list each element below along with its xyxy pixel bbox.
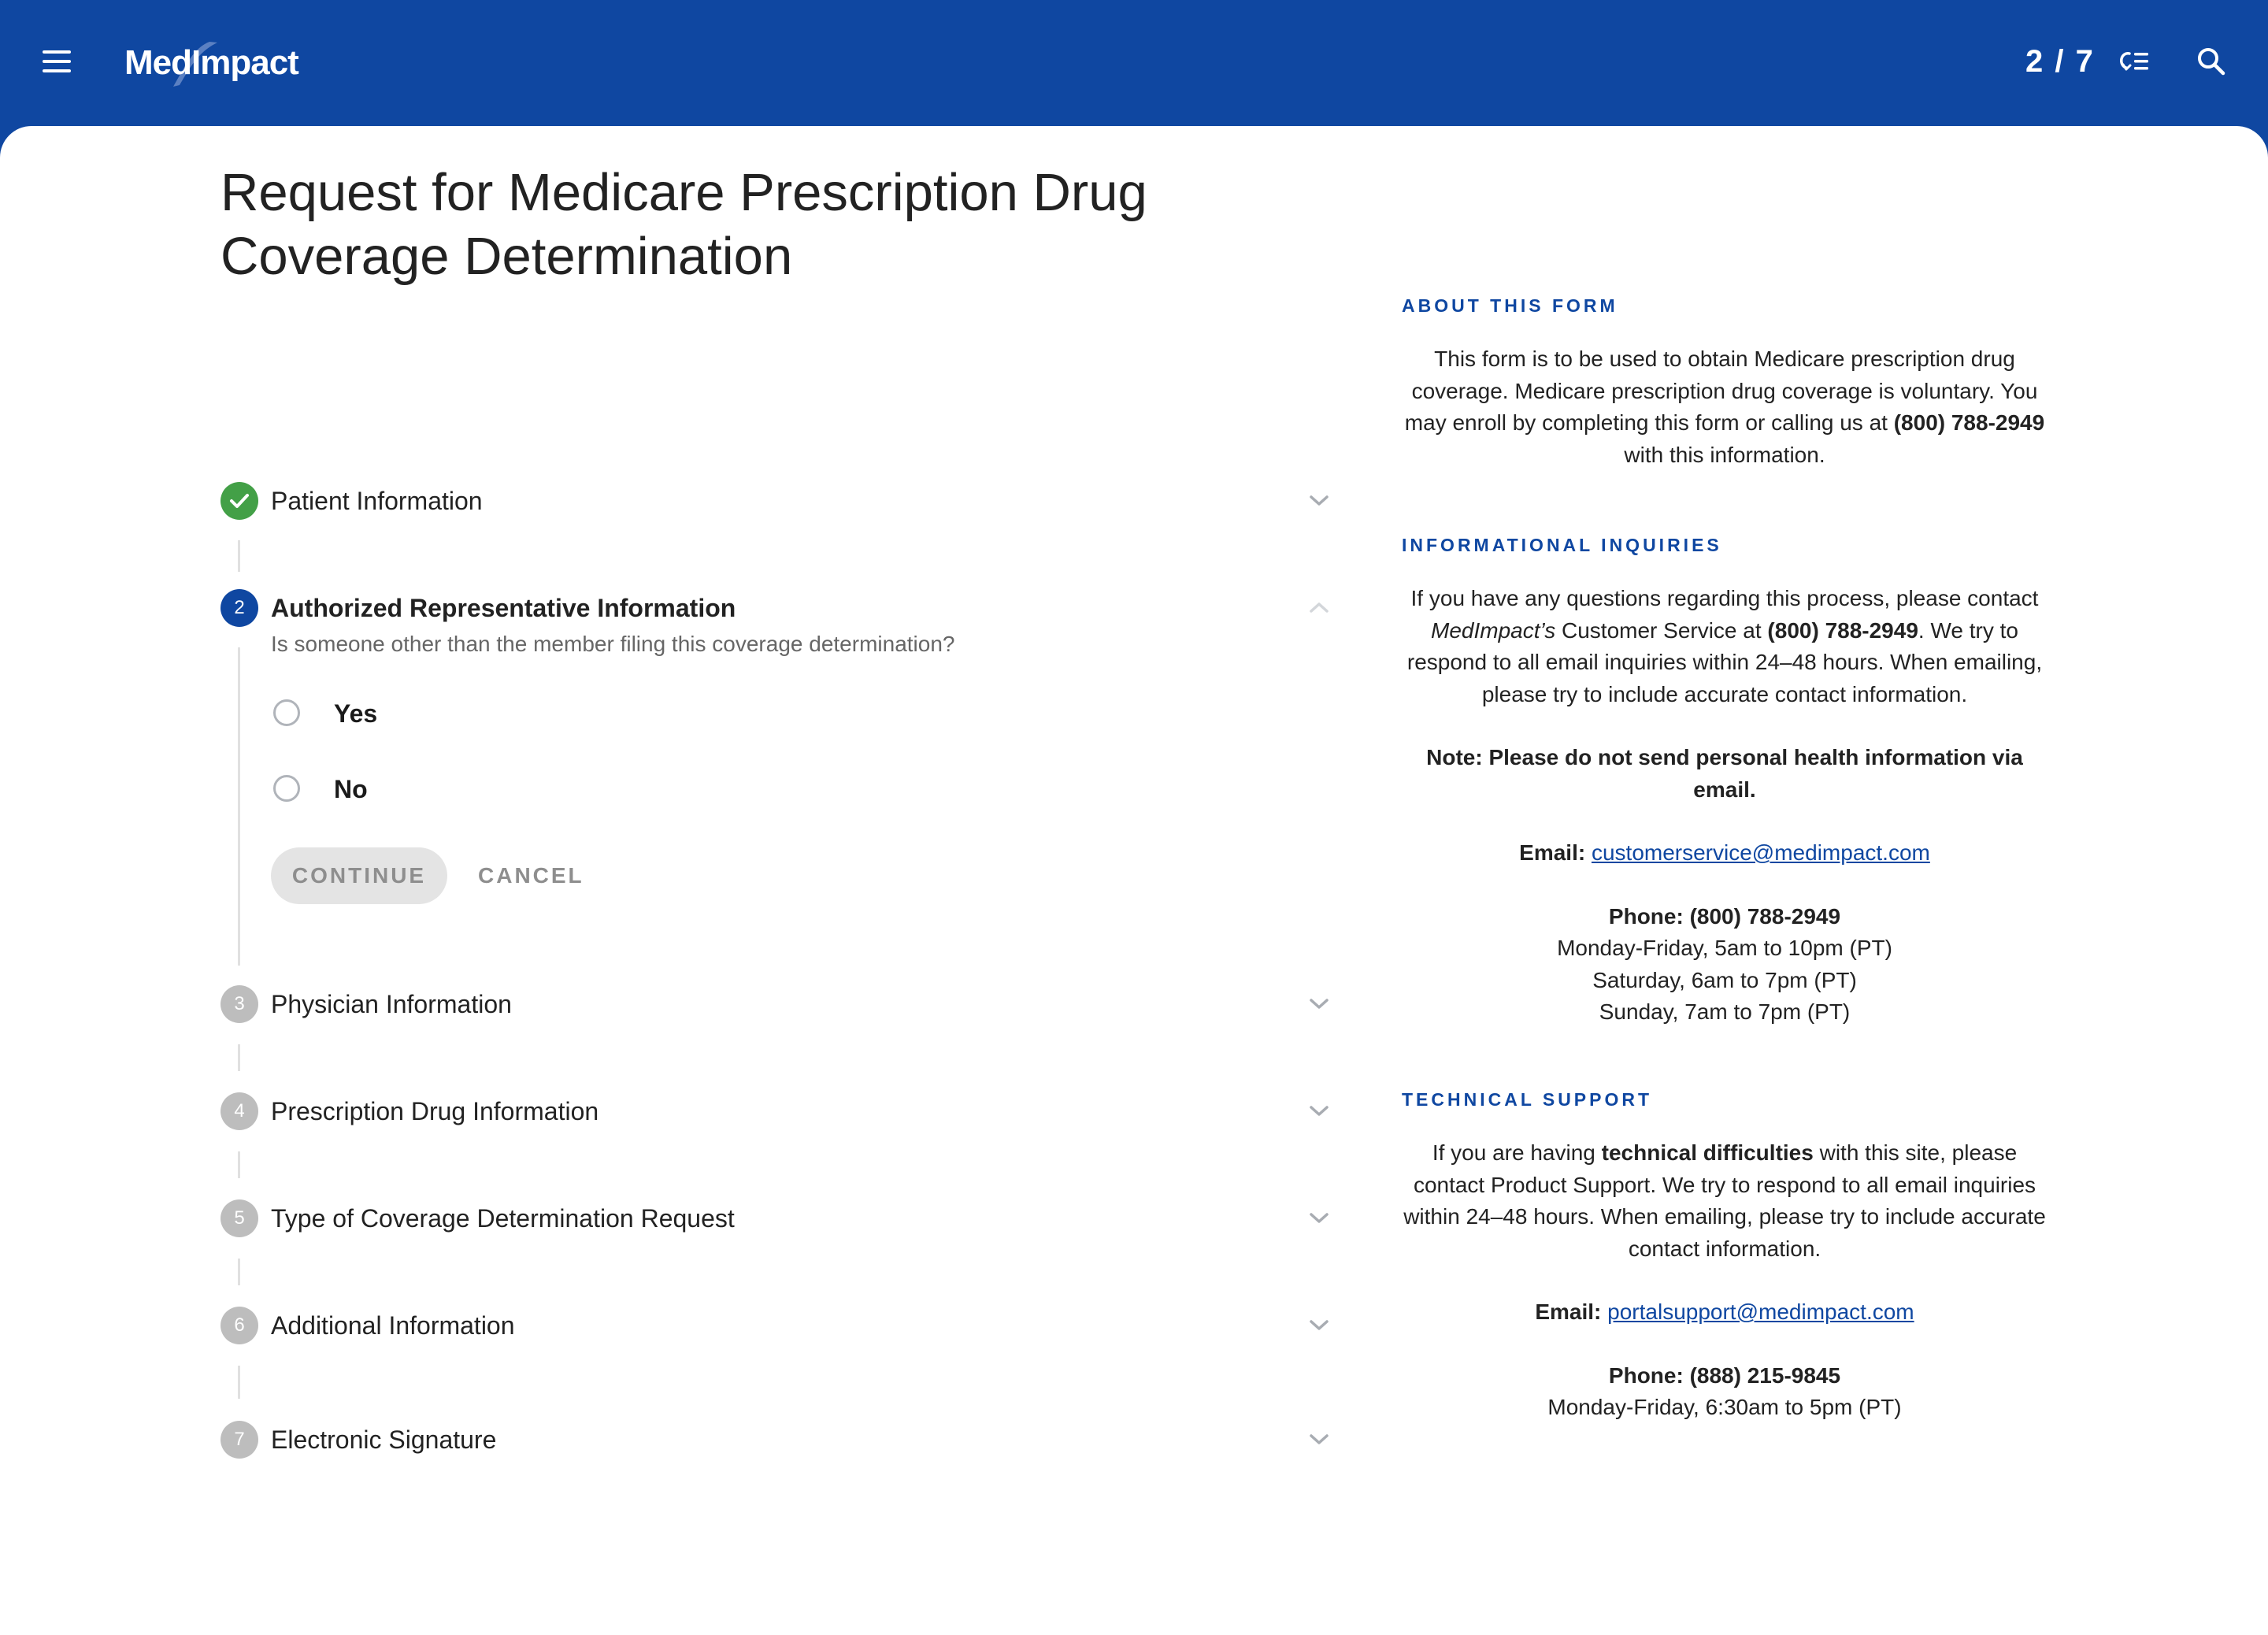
step-progress-indicator: 2 / 7 (2025, 44, 2095, 79)
top-app-bar: MedImpact 2 / 7 (0, 0, 2268, 126)
radio-label[interactable]: Yes (334, 696, 377, 731)
about-text: This form is to be used to obtain Medica… (1402, 343, 2048, 471)
step-connector (238, 1366, 240, 1399)
step-label[interactable]: Type of Coverage Determination Request (271, 1199, 735, 1237)
step-label[interactable]: Patient Information (271, 482, 483, 520)
step-connector (238, 540, 240, 572)
hours-line: Monday-Friday, 6:30am to 5pm (PT) (1547, 1395, 1902, 1419)
continue-button[interactable]: CONTINUE (271, 847, 447, 904)
step-label[interactable]: Prescription Drug Information (271, 1092, 598, 1130)
radio-button[interactable] (273, 699, 300, 726)
checkmark-icon (230, 494, 249, 508)
support-text: If you are having technical difficulties… (1402, 1137, 2048, 1265)
search-icon[interactable] (2194, 44, 2229, 79)
technical-support-section: TECHNICAL SUPPORT If you are having tech… (1402, 1087, 2048, 1424)
cancel-button[interactable]: CANCEL (478, 847, 584, 904)
chevron-down-icon[interactable] (1307, 992, 1331, 1016)
section-heading: ABOUT THIS FORM (1402, 295, 1618, 316)
step-label[interactable]: Authorized Representative Information (271, 589, 736, 627)
support-text-part: If you are having (1432, 1140, 1602, 1165)
informational-inquiries-section: INFORMATIONAL INQUIRIES If you have any … (1402, 532, 2048, 1029)
about-this-form-section: ABOUT THIS FORM This form is to be used … (1402, 293, 2048, 471)
step-number-badge: 7 (220, 1421, 258, 1459)
chevron-up-icon[interactable] (1307, 596, 1331, 620)
step-additional-information[interactable]: 6 Additional Information (220, 1307, 1339, 1344)
step-label[interactable]: Electronic Signature (271, 1421, 496, 1459)
support-email-line: Email: portalsupport@medimpact.com (1402, 1296, 2048, 1329)
radio-button[interactable] (273, 775, 300, 802)
medimpact-logo[interactable]: MedImpact (124, 38, 299, 88)
step-number-badge: 2 (220, 589, 258, 627)
email-label: Email: (1519, 840, 1586, 865)
support-phone: Phone: (888) 215-9845 (1608, 1362, 1841, 1388)
step-connector (238, 647, 240, 966)
company-name: MedImpact’s (1431, 617, 1556, 643)
step-connector (238, 1259, 240, 1285)
chevron-down-icon[interactable] (1307, 489, 1331, 513)
inquiries-text-part: If you have any questions regarding this… (1410, 586, 2039, 610)
step-physician-information[interactable]: 3 Physician Information (220, 985, 1339, 1023)
menu-button[interactable] (41, 49, 72, 74)
step-prescription-drug-information[interactable]: 4 Prescription Drug Information (220, 1092, 1339, 1130)
section-heading: INFORMATIONAL INQUIRIES (1402, 535, 1722, 555)
email-label: Email: (1535, 1299, 1602, 1324)
inquiries-text: If you have any questions regarding this… (1402, 583, 2048, 710)
step-number-badge: 3 (220, 985, 258, 1023)
inquiries-text-part: Customer Service at (1555, 617, 1768, 643)
chevron-down-icon[interactable] (1307, 1314, 1331, 1337)
support-email-link[interactable]: portalsupport@medimpact.com (1607, 1299, 1914, 1324)
inquiries-phone: (800) 788-2949 (1767, 617, 1918, 643)
step-number-badge: 5 (220, 1199, 258, 1237)
about-phone: (800) 788-2949 (1893, 410, 2045, 435)
step-connector (238, 1151, 240, 1178)
step-label[interactable]: Additional Information (271, 1307, 515, 1344)
step-type-of-coverage-request[interactable]: 5 Type of Coverage Determination Request (220, 1199, 1339, 1237)
hours-line: Sunday, 7am to 7pm (PT) (1599, 999, 1851, 1024)
hours-line: Saturday, 6am to 7pm (PT) (1592, 967, 1857, 992)
hours-line: Monday-Friday, 5am to 10pm (PT) (1557, 936, 1892, 960)
chevron-down-icon[interactable] (1307, 1207, 1331, 1230)
step-completed-badge (220, 482, 258, 520)
step-connector (238, 1044, 240, 1071)
step-list-icon[interactable] (2117, 46, 2153, 77)
step-question: Is someone other than the member filing … (271, 632, 955, 656)
step-authorized-representative[interactable]: 2 Authorized Representative Information (220, 589, 1339, 627)
phi-note: Note: Please do not send personal health… (1426, 745, 2023, 802)
radio-label[interactable]: No (334, 772, 368, 806)
step-electronic-signature[interactable]: 7 Electronic Signature (220, 1421, 1339, 1459)
page-title: Request for Medicare Prescription Drug C… (220, 163, 1147, 286)
customer-service-phone: Phone: (800) 788-2949 (1608, 903, 1841, 929)
about-text-part: with this information. (1624, 442, 1825, 467)
customer-service-email-line: Email: customerservice@medimpact.com (1402, 837, 2048, 869)
chevron-down-icon[interactable] (1307, 1099, 1331, 1123)
section-heading: TECHNICAL SUPPORT (1402, 1089, 1653, 1110)
step-number-badge: 6 (220, 1307, 258, 1344)
hamburger-icon-bar (43, 69, 71, 72)
customer-service-email-link[interactable]: customerservice@medimpact.com (1592, 840, 1930, 865)
hamburger-icon-bar (43, 60, 71, 63)
step-patient-information[interactable]: Patient Information (220, 482, 1339, 520)
chevron-down-icon[interactable] (1307, 1428, 1331, 1451)
support-bold-text: technical difficulties (1601, 1140, 1814, 1165)
step-number-badge: 4 (220, 1092, 258, 1130)
hamburger-icon (43, 50, 71, 54)
logo-text: MedImpact (124, 43, 299, 82)
step-label[interactable]: Physician Information (271, 985, 512, 1023)
